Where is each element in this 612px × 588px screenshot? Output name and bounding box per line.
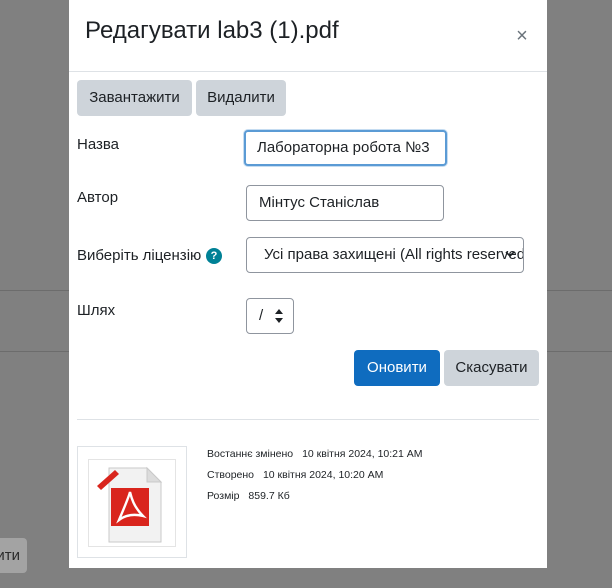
section-divider — [77, 419, 539, 420]
path-selected-value: / — [259, 307, 264, 324]
edit-file-dialog: Редагувати lab3 (1).pdf × Завантажити Ви… — [69, 0, 547, 568]
size-row: Розмір 859.7 Кб — [207, 490, 290, 502]
name-input[interactable]: Лабораторна робота №3 — [244, 130, 447, 166]
license-selected-value: Усі права захищені (All rights reserved) — [264, 246, 524, 263]
update-button[interactable]: Оновити — [354, 350, 440, 386]
author-label: Автор — [77, 189, 119, 206]
chevron-down-icon — [505, 238, 515, 272]
created-value: 10 квітня 2024, 10:20 AM — [262, 469, 384, 481]
file-thumbnail — [77, 446, 187, 558]
modified-value: 10 квітня 2024, 10:21 AM — [302, 448, 423, 460]
modified-label: Востаннє змінено — [207, 448, 294, 460]
dialog-title: Редагувати lab3 (1).pdf — [85, 17, 339, 44]
size-label: Розмір — [207, 490, 240, 502]
background-divider — [547, 351, 612, 352]
cancel-button[interactable]: Скасувати — [444, 350, 539, 386]
sort-icon — [275, 299, 283, 333]
size-value: 859.7 Кб — [248, 490, 290, 502]
background-divider — [0, 351, 70, 352]
created-row: Створено 10 квітня 2024, 10:20 AM — [207, 469, 383, 481]
download-button[interactable]: Завантажити — [77, 80, 192, 116]
background-divider — [0, 290, 70, 291]
license-select[interactable]: Усі права захищені (All rights reserved) — [246, 237, 524, 273]
help-icon[interactable]: ? — [206, 248, 222, 264]
delete-button[interactable]: Видалити — [196, 80, 286, 116]
dialog-header: Редагувати lab3 (1).pdf × — [69, 0, 547, 72]
background-button: ити — [0, 538, 27, 573]
author-input[interactable]: Мінтус Станіслав — [246, 185, 444, 221]
created-label: Створено — [207, 469, 255, 481]
modified-row: Востаннє змінено 10 квітня 2024, 10:21 A… — [207, 448, 423, 460]
close-icon[interactable]: × — [513, 26, 531, 46]
path-select[interactable]: / — [246, 298, 294, 334]
name-label: Назва — [77, 136, 120, 153]
thumbnail-frame — [88, 459, 176, 547]
path-label: Шлях — [77, 302, 116, 319]
pdf-file-icon — [97, 466, 163, 543]
background-divider — [547, 290, 612, 291]
license-label: Виберіть ліцензію — [77, 247, 202, 264]
